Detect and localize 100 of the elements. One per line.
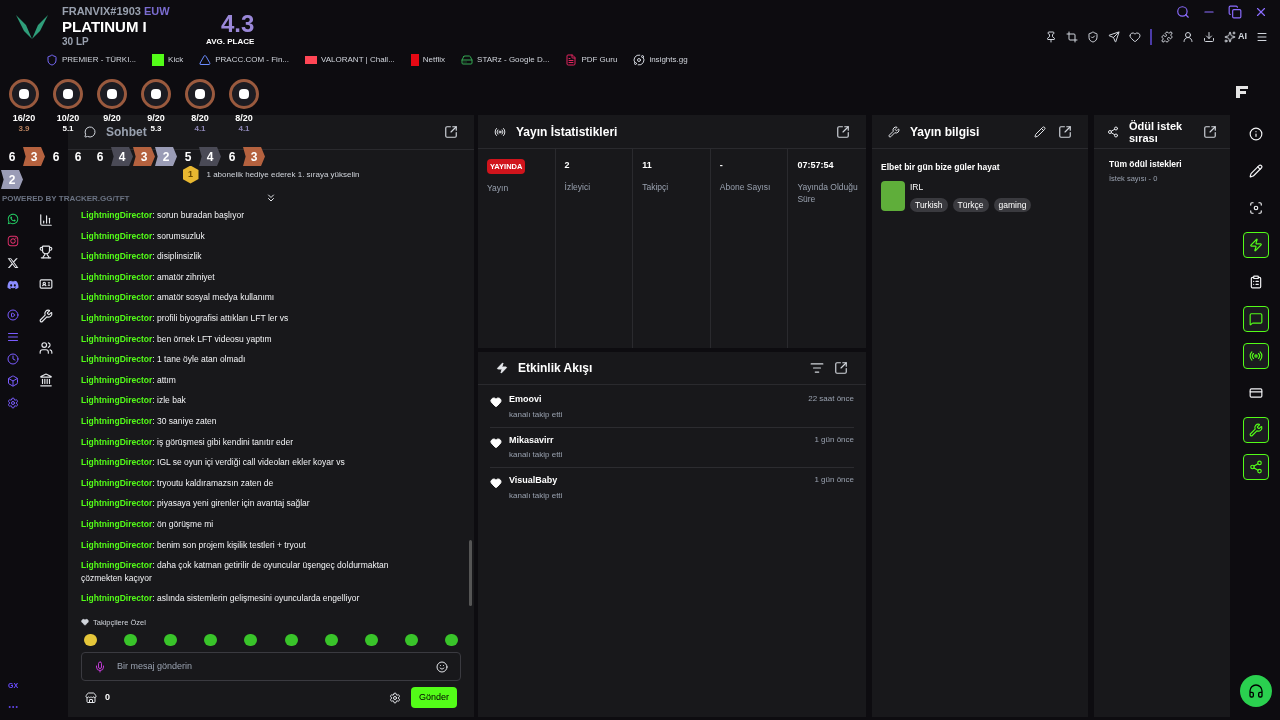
controller-icon[interactable] [7,279,19,291]
emote-icon[interactable] [445,634,458,646]
chat-message: LightningDirector: 1 tane öyle atan olmadı [81,353,247,366]
close-icon[interactable] [1254,5,1268,19]
filter-icon[interactable] [810,361,824,375]
panel-title: Ödül istek sırası [1129,119,1184,144]
users-icon[interactable] [39,341,53,355]
profile-icon[interactable] [1182,31,1194,43]
popout-button[interactable] [444,125,458,139]
chat-message: LightningDirector: tryoutu kaldıramazsın zaten de [81,476,275,490]
scroll-down-icon[interactable] [265,192,277,204]
emote-icon[interactable] [124,634,138,646]
popout-button[interactable] [1058,124,1072,139]
chat-message: LightningDirector: benim son projem kişilik testleri + tryout [81,538,307,552]
tool-button[interactable] [1243,417,1269,443]
trait-ring-icon [229,79,259,109]
heart-icon[interactable] [1129,31,1141,43]
average-place-label: AVG. PLACE [206,38,255,46]
placement-number: 6 [52,150,60,163]
extensions-icon[interactable] [1161,31,1173,43]
bookmark-link[interactable]: PREMIER - TÜRKI... [46,54,137,66]
search-icon[interactable] [1176,5,1190,19]
chat-bubble-icon[interactable] [7,213,19,225]
trait-ring-icon [53,79,83,109]
menu-icon[interactable] [1256,31,1268,43]
store-icon[interactable] [85,691,97,704]
trait-average: 5.3 [150,125,162,133]
bookmark-link[interactable]: VALORANT | Chall... [305,54,395,66]
wrench-icon[interactable] [39,309,53,323]
send-button[interactable]: Gönder [410,687,457,708]
support-button[interactable] [1240,675,1272,707]
placement-number: 6 [228,150,236,163]
popout-button[interactable] [836,124,850,139]
emote-icon[interactable] [164,634,178,646]
play-icon[interactable] [7,309,19,321]
tool-button[interactable] [1243,454,1269,480]
tool-button[interactable] [1243,306,1269,332]
emote-icon[interactable] [84,634,97,646]
emote-icon[interactable] [244,634,258,646]
n-logo-icon [410,54,419,66]
pin-icon[interactable] [1045,31,1057,43]
ai-button[interactable]: AI [1224,30,1247,44]
tag-chip[interactable]: gaming [993,197,1032,213]
emote-icon[interactable] [324,634,338,646]
wrench-icon [888,125,900,138]
edit-icon[interactable] [1034,125,1046,138]
building-icon[interactable] [39,373,53,387]
event-user: Emoovi [509,393,543,406]
bookmark-link[interactable]: STARz - Google D... [461,54,550,66]
chat-icon [84,126,96,138]
popout-button[interactable] [834,361,848,375]
emote-icon[interactable] [404,634,418,646]
snapshot-icon[interactable] [1066,31,1078,43]
download-icon[interactable] [1203,31,1215,43]
site-logo-icon[interactable] [1235,84,1249,99]
tool-button[interactable] [1243,343,1269,369]
settings-icon[interactable] [388,691,401,704]
placement-number: 6 [96,150,104,163]
scrollbar-thumb[interactable] [469,540,472,606]
send-icon[interactable] [1108,31,1120,43]
bookmark-link[interactable]: Kick [152,54,184,66]
cube-icon[interactable] [7,375,19,387]
shield-icon[interactable] [1087,31,1099,43]
emote-icon[interactable] [284,634,298,646]
bookmark-link[interactable]: insights.gg [633,54,688,66]
tag-chip[interactable]: Türkçe [952,197,989,213]
chat-message: LightningDirector: 30 saniye zaten [81,414,218,428]
bookmark-link[interactable]: PRACC.COM - Fin... [199,54,289,66]
bookmark-link[interactable]: PDF Guru [565,54,618,66]
emote-icon[interactable] [204,634,218,646]
panel-title: Etkinlik Akışı [518,360,593,377]
trait-record: 9/20 [147,114,165,123]
clock-icon[interactable] [7,353,19,365]
message-field[interactable]: Bir mesaj gönderin [117,659,425,674]
x-icon[interactable] [7,257,19,269]
chat-message: LightningDirector: aslında sistemlerin gelişmesini oyuncularda engelliyor [81,592,361,605]
league-points: 30 LP [62,37,90,47]
id-card-icon[interactable] [39,277,53,291]
chat-message: LightningDirector: disiplinsizlik [81,250,203,263]
microphone-icon[interactable] [94,660,106,673]
shield-icon [46,54,58,66]
tool-button[interactable] [1243,232,1269,258]
trophy-icon[interactable] [39,245,53,259]
emoji-icon[interactable] [436,660,448,673]
tag-chip[interactable]: Turkish [910,197,948,213]
popout-button[interactable] [1203,124,1217,139]
drive-icon [461,54,474,66]
lines-icon[interactable] [7,331,19,343]
camera-icon[interactable] [7,235,19,247]
stream-title: Elbet bir gün bize güler hayat [880,161,1001,174]
bookmark-link[interactable]: Netflix [410,54,446,66]
stat-label: İzleyici [564,181,592,193]
restore-icon[interactable] [1228,5,1242,19]
chat-message: LightningDirector: profili biyografisi attıkları LFT ler vs [81,311,290,325]
event-user: VisualBaby [509,474,559,487]
chart-icon[interactable] [39,213,53,227]
emote-icon[interactable] [364,634,378,646]
chat-message: LightningDirector: attım [81,373,177,387]
message-input[interactable]: Bir mesaj gönderin [81,652,461,681]
trait-average: 4.1 [238,125,250,133]
